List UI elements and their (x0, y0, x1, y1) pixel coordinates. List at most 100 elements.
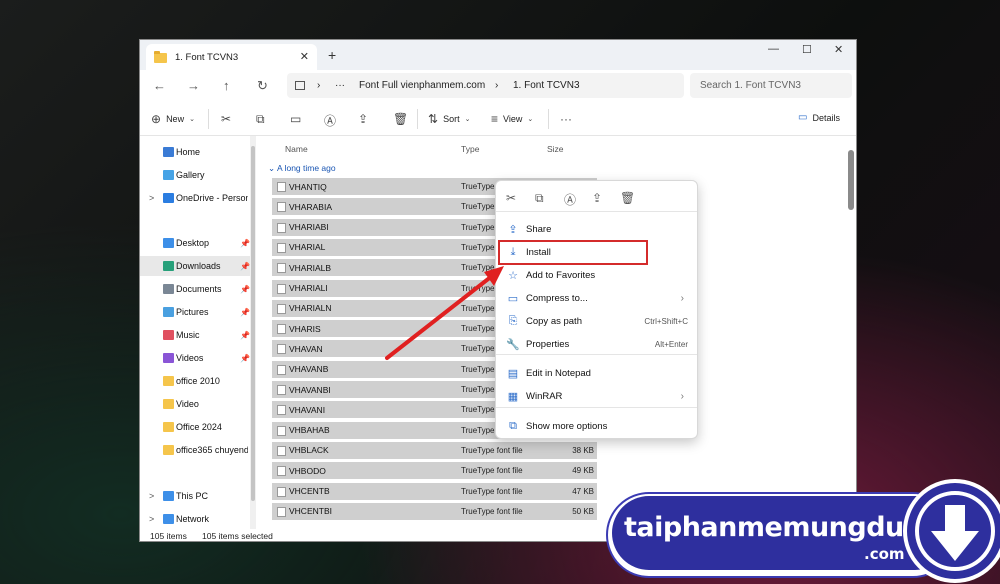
menu-item[interactable]: ▭ Compress to... › (500, 287, 694, 309)
cut-icon[interactable]: ✂ (506, 191, 516, 205)
sidebar-item[interactable]: Office 2024 (140, 417, 252, 437)
file-type: TrueType (461, 405, 495, 415)
sidebar-item[interactable]: Video (140, 394, 252, 414)
refresh-button[interactable]: ↻ (257, 78, 268, 94)
column-header-size[interactable]: Size (547, 144, 564, 154)
search-input[interactable]: Search 1. Font TCVN3 (700, 80, 801, 91)
font-file-icon (277, 405, 286, 416)
up-button[interactable]: ↑ (223, 78, 230, 93)
sidebar-item[interactable]: Music 📌 (140, 325, 252, 345)
pin-icon[interactable]: 📌 (240, 262, 250, 271)
logo-text: taiphanmemungdung (624, 512, 942, 543)
font-file-icon (277, 303, 286, 314)
sort-button[interactable]: ⇅ Sort ⌄ (428, 112, 470, 126)
file-row[interactable]: VHCENTBI TrueType font file 50 KB (272, 502, 597, 520)
share-icon[interactable]: ⇪ (358, 112, 368, 126)
sidebar-item[interactable]: Downloads 📌 (140, 256, 252, 276)
share-icon[interactable]: ⇪ (592, 191, 602, 205)
details-button[interactable]: ▭ Details (798, 112, 840, 123)
delete-icon[interactable]: 🗑 (620, 191, 635, 205)
menu-item[interactable]: ☆ Add to Favorites (500, 264, 694, 286)
rename-icon[interactable]: Ⓐ (564, 191, 576, 208)
paste-icon[interactable]: ▭ (290, 112, 301, 126)
rename-icon[interactable]: Ⓐ (324, 112, 336, 129)
sidebar-item[interactable]: Documents 📌 (140, 279, 252, 299)
menu-item[interactable]: ⇪ Share (500, 218, 694, 240)
folder-icon (163, 422, 174, 432)
view-button[interactable]: ≡ View ⌄ (491, 112, 533, 126)
sidebar-item-label: office 2010 (176, 376, 220, 386)
file-row[interactable]: VHCENTB TrueType font file 47 KB (272, 482, 597, 500)
sidebar-item[interactable]: Desktop 📌 (140, 233, 252, 253)
breadcrumb-item[interactable]: 1. Font TCVN3 (513, 80, 580, 91)
file-type: TrueType (461, 385, 495, 394)
back-button[interactable]: ← (153, 78, 166, 93)
folder-icon (163, 514, 174, 524)
search-box[interactable]: Search 1. Font TCVN3 (690, 73, 852, 98)
menu-item[interactable]: ▤ Edit in Notepad (500, 362, 694, 384)
file-type: TrueType font file (461, 506, 523, 516)
chevron-right-icon[interactable]: > (149, 514, 154, 524)
close-tab-icon[interactable]: ✕ (300, 50, 309, 63)
sidebar-item[interactable]: office365 chuyendoi (140, 440, 252, 460)
context-menu: ✂ ⧉ Ⓐ ⇪ 🗑 ⇪ Share ⤓ Install ☆ Add to Favorite… (495, 180, 698, 439)
address-bar[interactable]: › ··· Font Full vienphanmem.com › 1. Fon… (287, 73, 684, 98)
maximize-button[interactable]: ☐ (802, 43, 812, 56)
column-header-name[interactable]: Name (285, 144, 308, 154)
delete-icon[interactable]: 🗑 (393, 112, 408, 126)
folder-icon (163, 353, 174, 363)
sidebar-item[interactable]: office 2010 (140, 371, 252, 391)
sidebar-item[interactable]: Pictures 📌 (140, 302, 252, 322)
navigation-bar: ← → ↑ ↻ › ··· Font Full vienphanmem.com … (140, 70, 856, 102)
file-name: VHARIS (289, 323, 321, 334)
menu-separator (496, 354, 697, 355)
folder-icon (163, 307, 174, 317)
file-name: VHARIALI (289, 283, 328, 293)
sidebar-item[interactable]: Home (140, 142, 252, 162)
copy-icon[interactable]: ⧉ (535, 191, 544, 206)
menu-item[interactable]: 🔧 Properties Alt+Enter (500, 333, 694, 355)
file-type: TrueType font file (461, 486, 523, 496)
pin-icon[interactable]: 📌 (240, 331, 250, 340)
menu-item[interactable]: ⎘ Copy as path Ctrl+Shift+C (500, 310, 694, 332)
sidebar-item[interactable]: Videos 📌 (140, 348, 252, 368)
column-header-type[interactable]: Type (461, 144, 479, 154)
file-name: VHBLACK (289, 445, 329, 456)
group-header[interactable]: ⌄ A long time ago (268, 163, 336, 174)
pin-icon[interactable]: 📌 (240, 354, 250, 363)
menu-item[interactable]: ▦ WinRAR › (500, 385, 694, 407)
menu-item[interactable]: ⧉ Show more options (500, 415, 694, 437)
pin-icon[interactable]: 📌 (240, 285, 250, 294)
font-file-icon (277, 263, 286, 274)
breadcrumb-item[interactable]: Font Full vienphanmem.com (359, 80, 485, 91)
chevron-down-icon: ⌄ (527, 116, 534, 123)
menu-item-label: Edit in Notepad (526, 367, 591, 379)
file-row[interactable]: VHBLACK TrueType font file 38 KB (272, 441, 597, 459)
tab-active[interactable]: 1. Font TCVN3 ✕ (146, 44, 317, 71)
pin-icon[interactable]: 📌 (240, 308, 250, 317)
file-row[interactable]: VHBODO TrueType font file 49 KB (272, 462, 597, 480)
font-file-icon (277, 202, 286, 213)
minimize-button[interactable]: — (768, 43, 779, 55)
breadcrumb-more[interactable]: ··· (335, 80, 345, 91)
cut-icon[interactable]: ✂ (221, 112, 231, 126)
sidebar-item[interactable]: Gallery (140, 165, 252, 185)
font-file-icon (277, 506, 286, 517)
new-tab-button[interactable]: + (328, 47, 336, 63)
content-scrollbar[interactable] (846, 142, 856, 527)
chevron-right-icon[interactable]: > (149, 193, 154, 203)
sidebar-item[interactable]: > OneDrive - Personal (140, 188, 252, 208)
sidebar-scrollbar[interactable] (250, 136, 256, 529)
new-button[interactable]: ⊕ New ⌄ (151, 112, 195, 126)
forward-button[interactable]: → (187, 78, 200, 93)
sidebar-item[interactable]: > Network (140, 509, 252, 529)
chevron-right-icon[interactable]: > (149, 491, 154, 501)
sidebar-item[interactable]: > This PC (140, 486, 252, 506)
more-options-button[interactable]: ··· (560, 112, 572, 126)
copy-icon[interactable]: ⧉ (256, 112, 265, 127)
font-file-icon (277, 283, 286, 294)
download-logo-icon (903, 479, 1000, 583)
pin-icon[interactable]: 📌 (240, 239, 250, 248)
close-window-button[interactable]: ✕ (834, 43, 843, 56)
sidebar-item-label: OneDrive - Personal (176, 193, 248, 203)
